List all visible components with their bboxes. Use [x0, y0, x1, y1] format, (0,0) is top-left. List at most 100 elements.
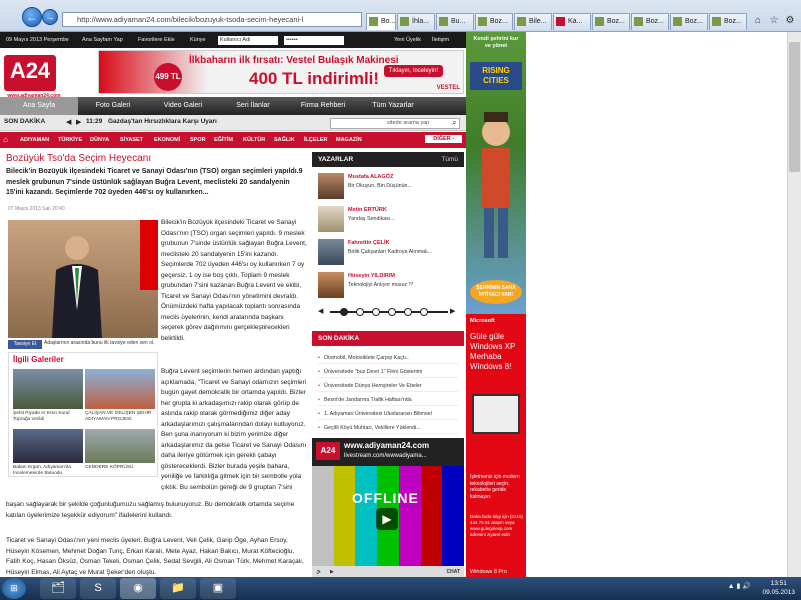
- tab[interactable]: Boz...: [475, 13, 513, 30]
- prev-arrow-icon[interactable]: ◀: [318, 307, 323, 315]
- cat-spor[interactable]: SPOR: [190, 132, 206, 148]
- homepage-link[interactable]: Ana Sayfam Yap: [82, 32, 123, 48]
- cat-saglik[interactable]: SAĞLIK: [274, 132, 295, 148]
- taskbar-explorer-icon[interactable]: 🗂: [40, 578, 76, 599]
- site-search-input[interactable]: sitede arama yap: [330, 118, 460, 129]
- player-title: www.adiyaman24.com: [344, 441, 430, 450]
- breaking-item[interactable]: Besni'de Jandarma Trafik Haftası'nda: [318, 394, 458, 406]
- cat-ekonomi[interactable]: EKONOMİ: [154, 132, 180, 148]
- favorites-link[interactable]: Favorilere Ekle: [138, 32, 175, 48]
- signup-link[interactable]: Yeni Üyelik: [394, 32, 421, 48]
- tab[interactable]: Boz...: [592, 13, 630, 30]
- back-button[interactable]: ←: [22, 7, 42, 27]
- taskbar-browser-icon[interactable]: ◉: [120, 578, 156, 599]
- nav-home[interactable]: Ana Sayfa: [0, 97, 78, 115]
- windows8-ad[interactable]: Microsoft Güle güle Windows XP Merhaba W…: [466, 314, 526, 580]
- ad-cta[interactable]: ŞEHRİNİN SANA İHTİYACI VAR!: [470, 280, 522, 304]
- cat-siyaset[interactable]: SİYASET: [120, 132, 143, 148]
- writer-item[interactable]: Fahrettin ÇELİK Birlik Çalışanları Kadroy…: [312, 236, 464, 268]
- nav-classifieds[interactable]: Seri İlanlar: [218, 97, 288, 115]
- gallery-item[interactable]: CENDERE KÖPRÜSÜ: [85, 429, 155, 471]
- nav-video-gallery[interactable]: Video Galeri: [148, 97, 218, 115]
- article-photo[interactable]: [8, 220, 158, 338]
- breaking-item[interactable]: Üniversitede Dünya Hemşireler Ve Ebeler: [318, 380, 458, 392]
- writer-item[interactable]: Hüseyin YILDIRIM Teknolojiyi Anlıyor musu…: [312, 269, 464, 301]
- next-arrow-icon[interactable]: ▶: [76, 118, 81, 126]
- cat-kultur[interactable]: KÜLTÜR: [243, 132, 265, 148]
- tab-active[interactable]: Bo...: [366, 13, 396, 30]
- site-logo[interactable]: A24 www.adiyaman24.com: [4, 55, 61, 99]
- gallery-item[interactable]: ÇALIŞAN VE GELİŞEN ŞEHİR ADIYAMAN PROJES…: [85, 369, 155, 423]
- nav-all-writers[interactable]: Tüm Yazarlar: [358, 97, 428, 115]
- cat-dunya[interactable]: DÜNYA: [90, 132, 109, 148]
- cat-magazin[interactable]: MAGAZİN: [336, 132, 362, 148]
- address-bar[interactable]: http://www.adiyaman24.com/bilecik/bozuyu…: [62, 12, 362, 27]
- writer-item[interactable]: Metin ERTÜRK Yandaş Sendikası...: [312, 203, 464, 235]
- player-subtitle: livestream.com/wwwadiyama...: [344, 453, 427, 459]
- scroll-thumb[interactable]: [789, 42, 800, 172]
- page-scrollbar[interactable]: [787, 32, 801, 577]
- gallery-item[interactable]: Bakan Ergün, Adıyaman'da İncelemelerde B…: [13, 429, 83, 477]
- breaking-item[interactable]: Üniversitede "buz Devri 1" Filmi Gösteri…: [318, 366, 458, 378]
- username-field[interactable]: Kullanıcı Adı: [218, 36, 278, 45]
- play-icon[interactable]: ▶: [376, 508, 398, 530]
- nav-photo-gallery[interactable]: Foto Galeri: [78, 97, 148, 115]
- contact-link[interactable]: İletişim: [432, 32, 449, 48]
- tab[interactable]: Ka...: [553, 13, 591, 30]
- tab[interactable]: Boz...: [631, 13, 669, 30]
- nav-business-directory[interactable]: Firma Rehberi: [288, 97, 358, 115]
- pager-dot[interactable]: [420, 308, 428, 316]
- kunye-link[interactable]: Künye: [190, 32, 206, 48]
- search-icon[interactable]: ⌕: [452, 118, 456, 128]
- taskbar-folder-icon[interactable]: 📁: [160, 578, 196, 599]
- cat-turkiye[interactable]: TÜRKİYE: [58, 132, 82, 148]
- pager-dot[interactable]: [372, 308, 380, 316]
- taskbar-skype-icon[interactable]: S: [80, 578, 116, 599]
- next-arrow-icon[interactable]: ▶: [450, 307, 455, 315]
- pager-dot[interactable]: [388, 308, 396, 316]
- gallery-label: Bakan Ergün, Adıyaman'da İncelemelerde B…: [13, 465, 71, 476]
- vestel-banner-ad[interactable]: 499 TL İlkbaharın ilk fırsatı: Vestel Bu…: [98, 50, 464, 94]
- system-clock[interactable]: 13:51 09.05.2013: [762, 579, 795, 597]
- gallery-label: CENDERE KÖPRÜSÜ: [85, 465, 134, 470]
- pager-dot[interactable]: [340, 308, 348, 316]
- home-icon[interactable]: ⌂: [3, 135, 8, 144]
- cat-ilceler[interactable]: İLÇELER: [304, 132, 328, 148]
- password-field[interactable]: ••••••: [284, 36, 344, 45]
- cat-egitim[interactable]: EĞİTİM: [214, 132, 233, 148]
- forward-button[interactable]: →: [42, 9, 58, 25]
- breaking-item[interactable]: Otomobil, Motosiklete Çarpıp Kaçtı..: [318, 352, 458, 364]
- gallery-item[interactable]: Şehit Piyade er Eren Kural Toprağa veril…: [13, 369, 83, 423]
- cat-adiyaman[interactable]: ADIYAMAN: [20, 132, 49, 148]
- tab[interactable]: Bu...: [436, 13, 474, 30]
- pager-dot[interactable]: [404, 308, 412, 316]
- home-icon[interactable]: ⌂: [750, 13, 766, 28]
- breaking-headline[interactable]: Gazdaş'tan Hırsızlıklara Karşı Uyarı: [108, 118, 217, 125]
- system-tray[interactable]: ▲ ▮ 🔊: [728, 582, 751, 590]
- breaking-item[interactable]: Geçitli Köyü Muhtarı, Vekillere Yüklendi…: [318, 422, 458, 434]
- prev-arrow-icon[interactable]: ◀: [66, 118, 71, 126]
- taskbar-app-icon[interactable]: ▣: [200, 578, 236, 599]
- gear-icon[interactable]: ⚙: [782, 13, 798, 28]
- banner-cta-button[interactable]: Tıklayın, inceleyin!: [383, 65, 443, 77]
- start-button[interactable]: ⊞: [2, 578, 26, 599]
- star-icon[interactable]: ☆: [766, 13, 782, 28]
- more-categories-button[interactable]: DİĞER ›: [425, 135, 462, 143]
- avatar: [318, 239, 344, 265]
- clock-date: 09.05.2013: [762, 589, 795, 596]
- breaking-time: 11:29: [86, 118, 103, 125]
- tab[interactable]: Boz...: [709, 13, 747, 30]
- recommend-button[interactable]: Tavsiye Et: [8, 340, 42, 349]
- tab[interactable]: Bile...: [514, 13, 552, 30]
- all-writers-link[interactable]: Tümü: [441, 152, 458, 167]
- tab-label: Boz...: [724, 18, 742, 25]
- rising-cities-ad[interactable]: Kendi şehrini kur ve yönet RISING CITIES…: [466, 32, 526, 314]
- tab[interactable]: Boz...: [670, 13, 708, 30]
- tab-label: Boz...: [646, 18, 664, 25]
- pager-dot[interactable]: [356, 308, 364, 316]
- writer-item[interactable]: Mustafa ALAGÖZ Bir Okuyun, Bin Düşünün...: [312, 170, 464, 202]
- breaking-item[interactable]: 1. Adıyaman Üniversitesi Uluslararası Bi…: [318, 408, 458, 420]
- live-stream-player[interactable]: A24 www.adiyaman24.com livestream.com/ww…: [312, 438, 465, 578]
- tab[interactable]: İhla...: [397, 13, 435, 30]
- recommend-caption: Adaşlarının arasında bunu ilk tavsiye ed…: [44, 340, 155, 346]
